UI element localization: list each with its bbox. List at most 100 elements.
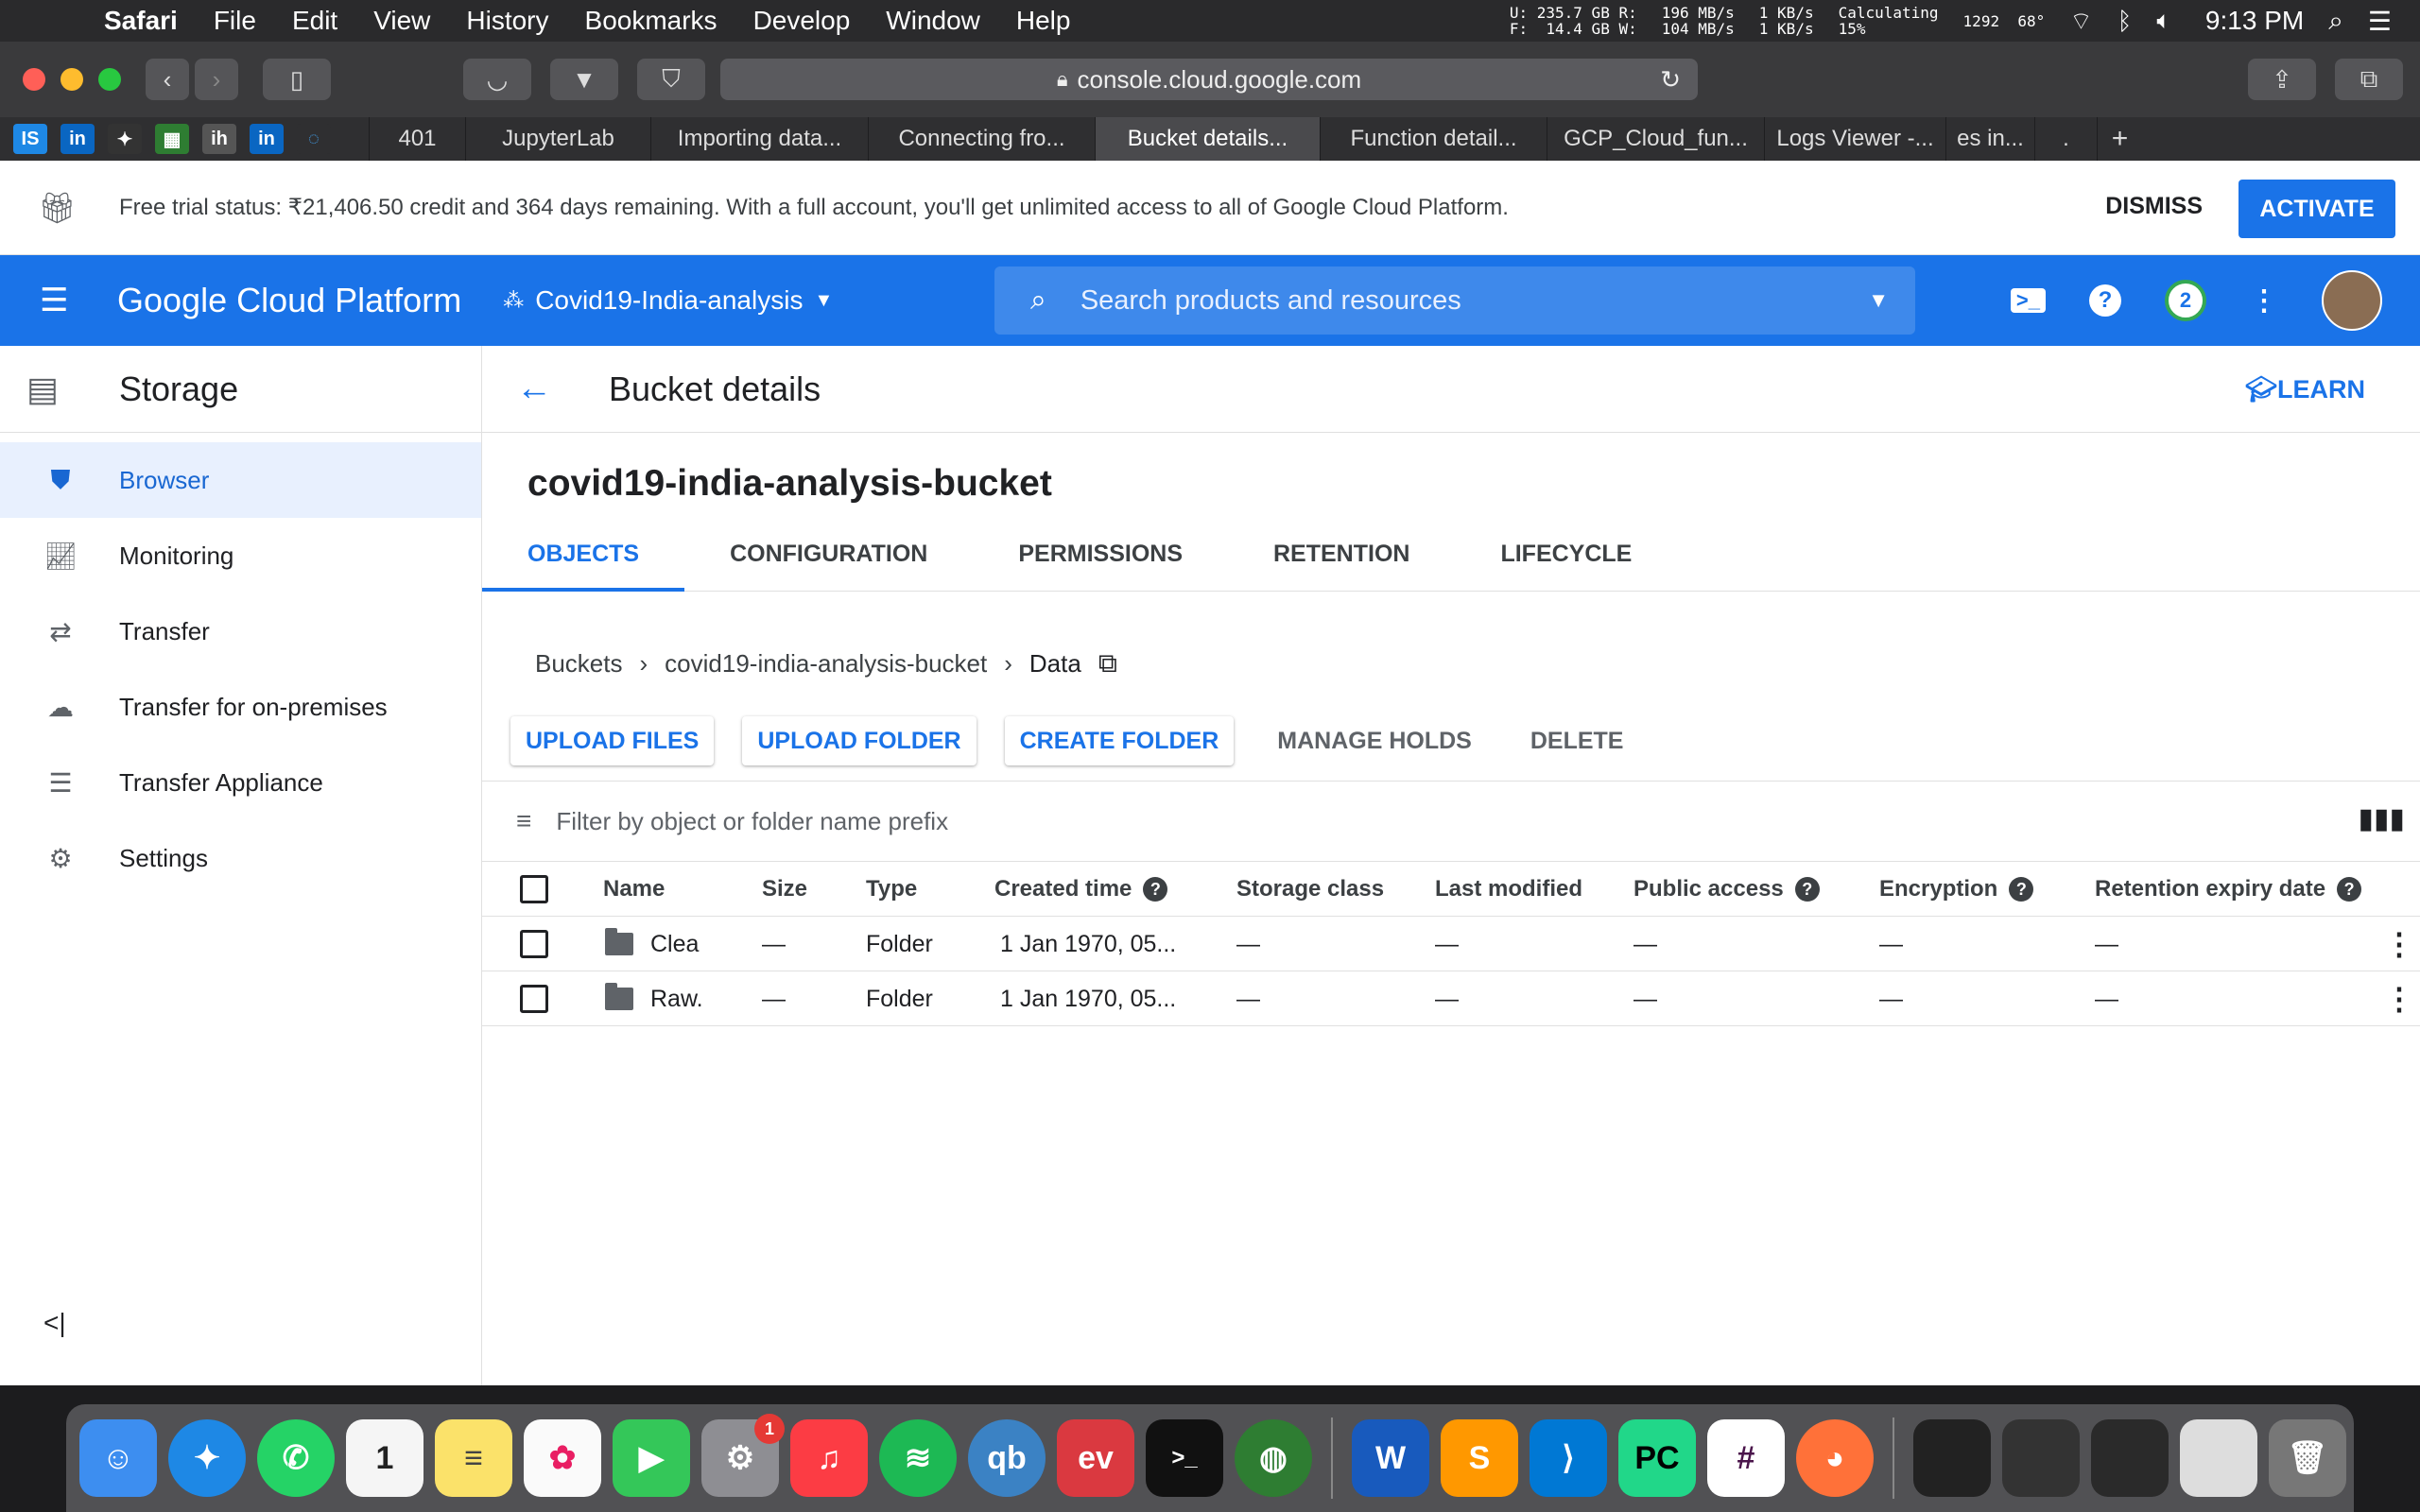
network-stat[interactable]: 1 KB/s 1 KB/s	[1759, 5, 1814, 37]
tab-lifecycle[interactable]: LIFECYCLE	[1455, 541, 1677, 592]
column-public-access[interactable]: Public access?	[1634, 862, 1820, 917]
menu-app-name[interactable]: Safari	[104, 6, 178, 36]
tab-objects[interactable]: OBJECTS	[482, 541, 685, 592]
breadcrumb-bucket[interactable]: covid19-india-analysis-bucket	[665, 649, 987, 679]
sidebar-item-transfer-on-premises[interactable]: ☁︎ Transfer for on-premises	[0, 669, 481, 745]
upload-files-button[interactable]: UPLOAD FILES	[510, 716, 715, 765]
table-row[interactable]: Raw. — Folder 1 Jan 1970, 05... — — — — …	[482, 971, 2420, 1026]
tab-permissions[interactable]: PERMISSIONS	[973, 541, 1228, 592]
filter-input[interactable]: Filter by object or folder name prefix	[556, 807, 948, 836]
help-icon[interactable]: ?	[2089, 284, 2121, 317]
tab-overflow[interactable]: .	[2034, 117, 2097, 161]
more-vert-icon[interactable]: ⋮	[2250, 284, 2278, 318]
spotlight-icon[interactable]: ⌕	[2328, 6, 2343, 37]
help-icon[interactable]: ?	[2337, 877, 2362, 902]
folder-name-link[interactable]: Raw.	[605, 971, 703, 1026]
pinned-tab-linkedin-2[interactable]: in	[250, 124, 284, 154]
address-bar[interactable]: 🔒︎ console.cloud.google.com ↻	[720, 59, 1698, 100]
help-icon[interactable]: ?	[2009, 877, 2034, 902]
minimized-window-thumbnail[interactable]	[2180, 1419, 2257, 1497]
collapse-sidebar-icon[interactable]: <|	[43, 1308, 66, 1338]
share-button[interactable]: ⇪	[2248, 59, 2316, 100]
activate-button[interactable]: ACTIVATE	[2238, 180, 2395, 238]
avatar[interactable]	[2322, 270, 2382, 331]
tab-jupyterlab[interactable]: JupyterLab	[465, 117, 650, 161]
column-last-modified[interactable]: Last modified	[1435, 862, 1582, 917]
minimized-window-thumbnail[interactable]	[2091, 1419, 2169, 1497]
column-retention[interactable]: Retention expiry date?	[2095, 862, 2362, 917]
volume-icon[interactable]: 🔈︎	[2156, 6, 2171, 36]
minimized-window-thumbnail[interactable]	[1913, 1419, 1991, 1497]
column-name[interactable]: Name	[603, 862, 665, 917]
calendar-icon[interactable]: 1	[346, 1419, 424, 1497]
menu-file[interactable]: File	[214, 6, 256, 36]
tab-bucket-details[interactable]: Bucket details...	[1095, 117, 1320, 161]
menu-edit[interactable]: Edit	[292, 6, 337, 36]
safari-icon[interactable]: ✦	[168, 1419, 246, 1497]
minimize-window-button[interactable]	[60, 68, 83, 91]
show-tabs-button[interactable]: ⧉	[2335, 59, 2403, 100]
select-all-checkbox[interactable]	[520, 862, 548, 917]
back-nav-button[interactable]: ‹	[146, 59, 189, 100]
spotify-icon[interactable]: ≋	[879, 1419, 957, 1497]
table-row[interactable]: Clea — Folder 1 Jan 1970, 05... — — — — …	[482, 917, 2420, 971]
tab-401[interactable]: 401	[369, 117, 465, 161]
pinned-tab-7[interactable]: ◌	[297, 124, 331, 154]
zoom-window-button[interactable]	[98, 68, 121, 91]
system-preferences-icon[interactable]: ⚙︎ 1	[701, 1414, 785, 1497]
create-folder-button[interactable]: CREATE FOLDER	[1004, 716, 1235, 765]
new-tab-button[interactable]: +	[2097, 117, 2142, 161]
tab-function-details[interactable]: Function detail...	[1320, 117, 1547, 161]
row-checkbox[interactable]	[520, 917, 548, 971]
tab-retention[interactable]: RETENTION	[1228, 541, 1455, 592]
sublime-text-icon[interactable]: S	[1441, 1419, 1518, 1497]
menu-window[interactable]: Window	[886, 6, 980, 36]
row-more-vert-icon[interactable]: ⋮	[2384, 917, 2414, 971]
folder-name-link[interactable]: Clea	[605, 917, 699, 971]
sidebar-item-transfer[interactable]: ⇄ Transfer	[0, 593, 481, 669]
tab-logs-viewer[interactable]: Logs Viewer -...	[1764, 117, 1945, 161]
dismiss-button[interactable]: DISMISS	[2105, 193, 2203, 220]
breadcrumb-buckets[interactable]: Buckets	[535, 649, 623, 679]
pinned-tab-1[interactable]: IS	[13, 124, 47, 154]
help-icon[interactable]: ?	[1794, 877, 1820, 902]
pinned-tab-4[interactable]: ▦	[155, 124, 189, 154]
tab-gcp-cloud-fun[interactable]: GCP_Cloud_fun...	[1547, 117, 1764, 161]
search-box[interactable]: ⌕ Search products and resources ▼	[994, 266, 1915, 335]
facetime-icon[interactable]: ▶	[613, 1419, 690, 1497]
terminal-icon[interactable]: >_	[1146, 1419, 1223, 1497]
column-type[interactable]: Type	[866, 862, 917, 917]
row-checkbox[interactable]	[520, 971, 548, 1026]
qbittorrent-icon[interactable]: qb	[968, 1419, 1046, 1497]
io-stat[interactable]: 196 MB/s 104 MB/s	[1662, 5, 1735, 37]
whatsapp-icon[interactable]: ✆	[257, 1419, 335, 1497]
gcp-logo-title[interactable]: Google Cloud Platform	[117, 281, 461, 320]
pinned-tab-3[interactable]: ✦	[108, 124, 142, 154]
forward-nav-button[interactable]: ›	[195, 59, 238, 100]
extension-button[interactable]: ▼	[550, 59, 618, 100]
filter-bar[interactable]: ≡ Filter by object or folder name prefix…	[482, 781, 2420, 862]
back-arrow-icon[interactable]: ←	[516, 369, 552, 409]
upload-folder-button[interactable]: UPLOAD FOLDER	[742, 716, 977, 765]
firefox-icon[interactable]: ◕	[1796, 1419, 1874, 1497]
column-storage-class[interactable]: Storage class	[1236, 862, 1384, 917]
sidebar-item-transfer-appliance[interactable]: ☰ Transfer Appliance	[0, 745, 481, 820]
sidebar-toggle-button[interactable]: ▯	[263, 59, 331, 100]
manage-holds-button[interactable]: MANAGE HOLDS	[1262, 716, 1487, 765]
clock[interactable]: 9:13 PM	[2205, 6, 2304, 36]
music-icon[interactable]: ♫	[790, 1419, 868, 1497]
hamburger-menu-icon[interactable]: ☰	[40, 282, 78, 319]
battery-stat[interactable]: Calculating 15%	[1839, 5, 1939, 37]
sidebar-item-monitoring[interactable]: 📈︎ Monitoring	[0, 518, 481, 593]
sidebar-item-browser[interactable]: ⛊ Browser	[0, 442, 481, 518]
pinned-tab-linkedin[interactable]: in	[60, 124, 95, 154]
minimized-window-thumbnail[interactable]	[2002, 1419, 2080, 1497]
vscode-icon[interactable]: ⟩	[1530, 1419, 1607, 1497]
reload-icon[interactable]: ↻	[1660, 65, 1681, 94]
cloud-shell-icon[interactable]: >_	[2010, 288, 2046, 313]
shield-extension-button[interactable]: ⛉	[637, 59, 705, 100]
menu-bookmarks[interactable]: Bookmarks	[585, 6, 717, 36]
pocket-button[interactable]: ◡	[463, 59, 531, 100]
delete-button[interactable]: DELETE	[1514, 716, 1639, 765]
pycharm-icon[interactable]: PC	[1618, 1419, 1696, 1497]
